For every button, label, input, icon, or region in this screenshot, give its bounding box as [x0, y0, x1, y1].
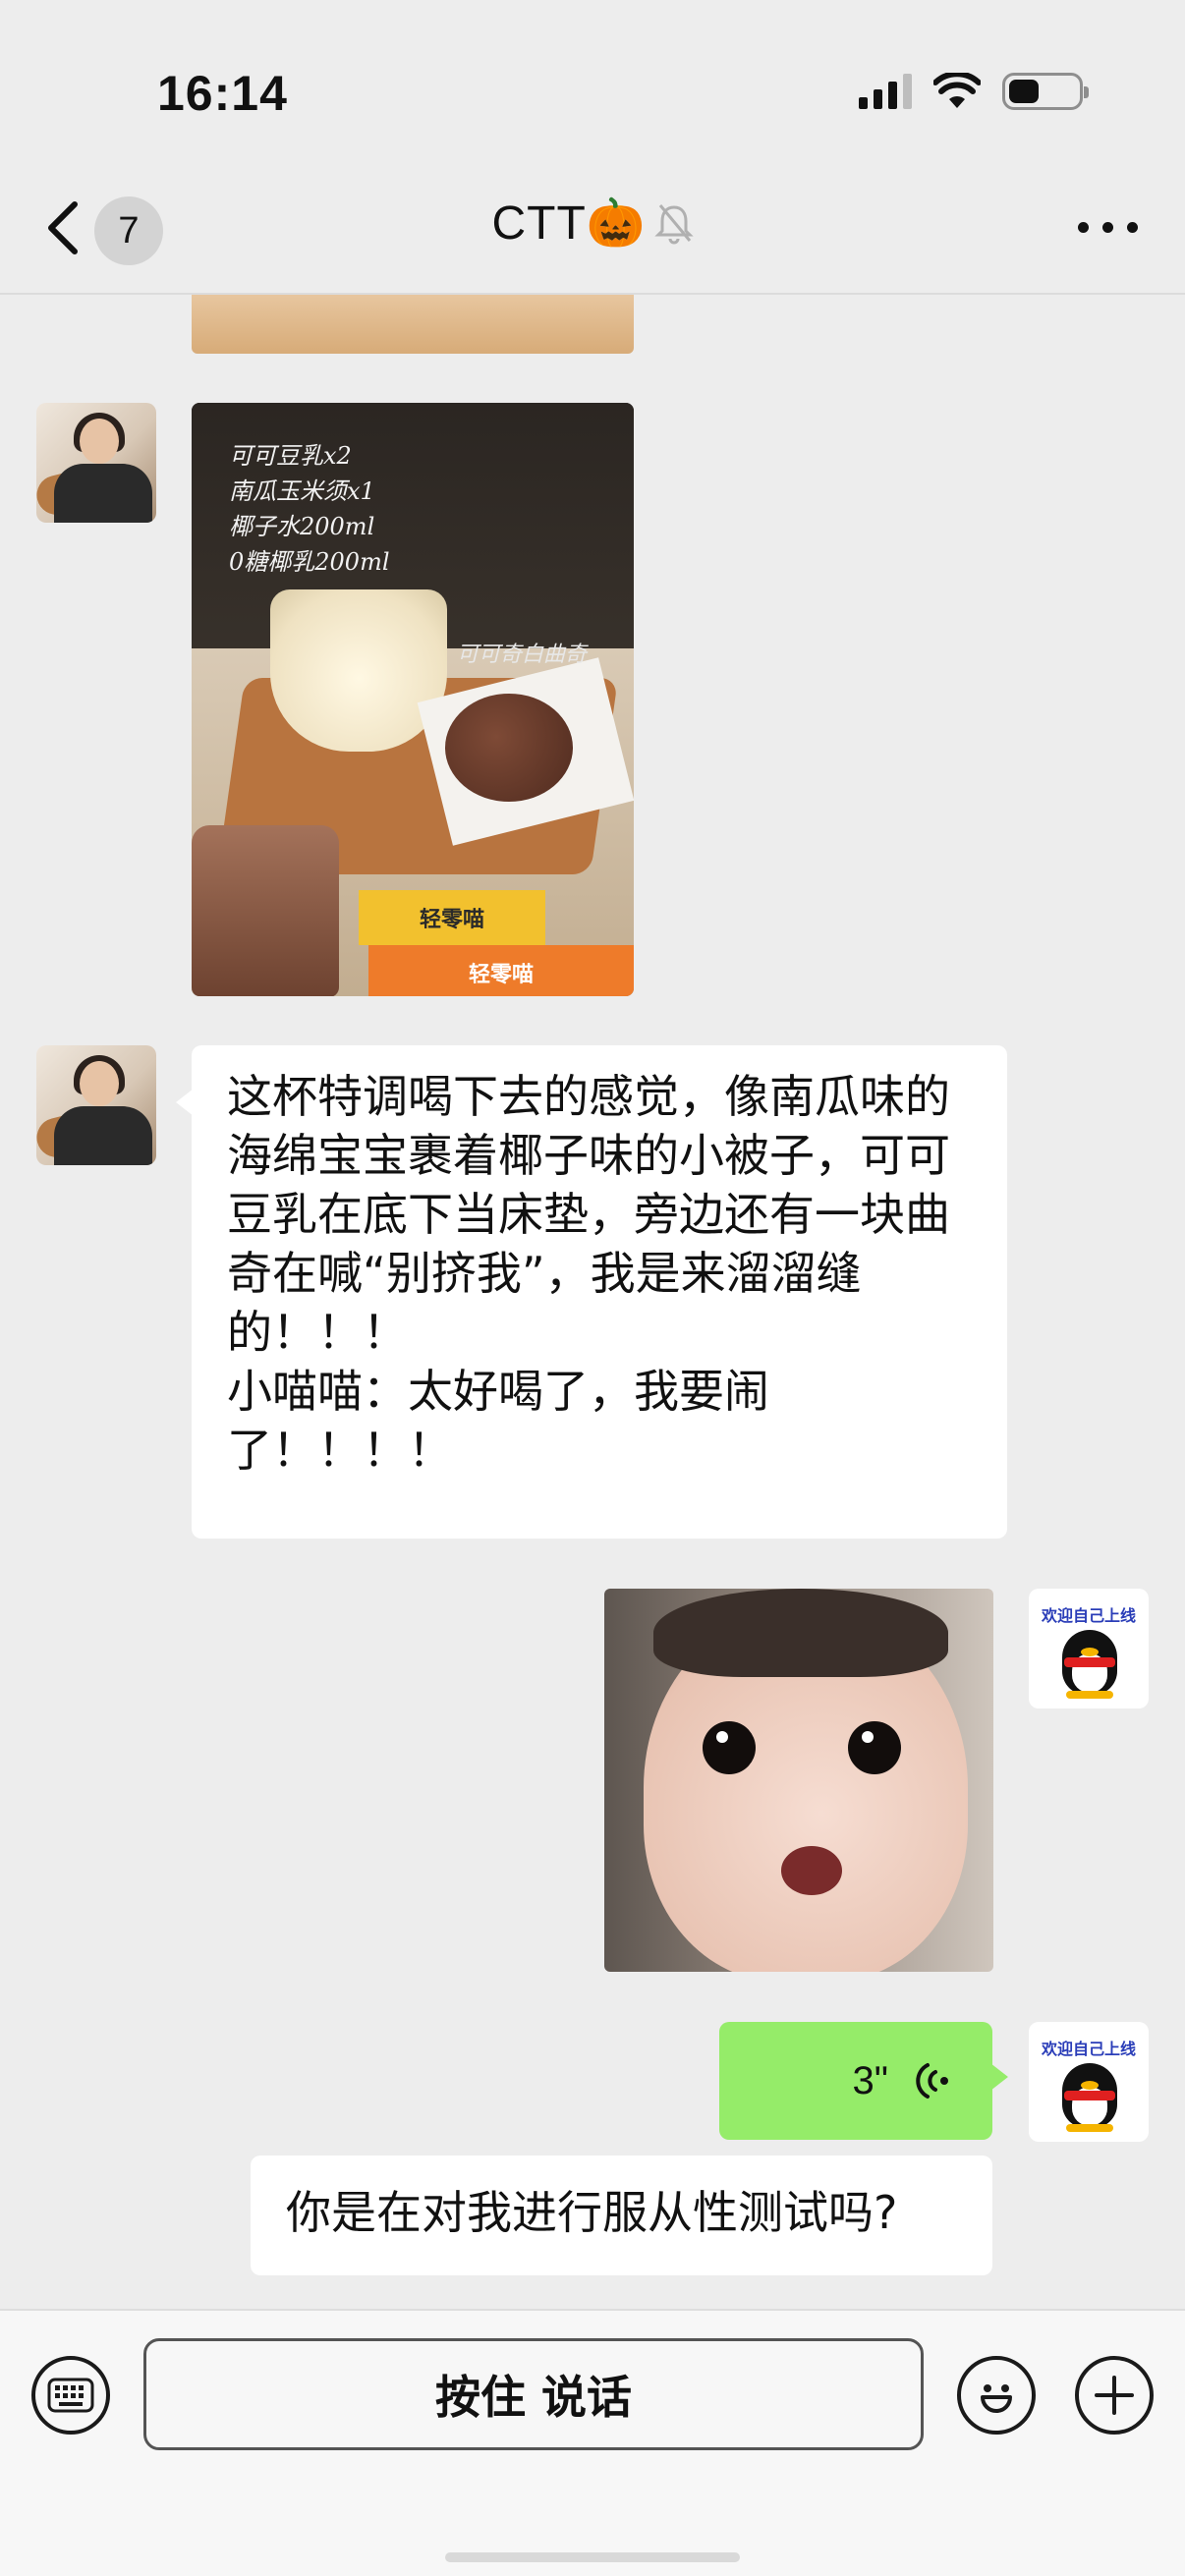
hold-to-talk-button[interactable]: 按住 说话	[143, 2338, 924, 2450]
header: 16:14 7 CTT🎃	[0, 0, 1185, 295]
package-label: 轻零喵	[368, 945, 634, 996]
partial-image-message[interactable]	[192, 293, 634, 354]
more-functions-button[interactable]	[1075, 2356, 1154, 2435]
my-avatar[interactable]: 欢迎自己上线	[1029, 1589, 1149, 1708]
chat-title: CTT🎃	[491, 197, 647, 250]
more-dot-icon	[1127, 222, 1138, 233]
more-dot-icon	[1102, 222, 1113, 233]
avatar-caption: 欢迎自己上线	[1041, 1606, 1136, 1625]
contact-avatar[interactable]	[36, 1045, 156, 1165]
voice-transcription[interactable]: 你是在对我进行服从性测试吗?	[251, 2156, 992, 2275]
sticker-message[interactable]	[604, 1589, 993, 1972]
photo-caption: 可可奇白曲奇	[457, 643, 588, 667]
smiley-icon	[981, 2384, 1012, 2413]
received-text-message[interactable]: 这杯特调喝下去的感觉，像南瓜味的海绵宝宝裹着椰子味的小被子，可可豆乳在底下当床垫…	[176, 1045, 1007, 1539]
wifi-icon	[933, 73, 981, 108]
transcription-text: 你是在对我进行服从性测试吗?	[286, 2186, 898, 2239]
plus-icon	[1095, 2376, 1134, 2415]
cellular-signal-icon	[859, 74, 912, 109]
voice-wave-icon	[916, 2063, 948, 2099]
voice-message[interactable]: 3"	[719, 2022, 1008, 2140]
avatar-caption: 欢迎自己上线	[1041, 2040, 1136, 2058]
my-avatar[interactable]: 欢迎自己上线	[1029, 2022, 1149, 2142]
message-text: 这杯特调喝下去的感觉，像南瓜味的海绵宝宝裹着椰子味的小被子，可可豆乳在底下当床垫…	[227, 1070, 950, 1477]
home-indicator[interactable]	[445, 2552, 740, 2562]
emoji-button[interactable]	[957, 2356, 1036, 2435]
status-time: 16:14	[157, 66, 288, 121]
image-message[interactable]: 轻零喵 轻零喵 可可豆乳x2 南瓜玉米须x1 椰子水200ml 0糖椰乳200m…	[192, 403, 634, 996]
more-options-button[interactable]	[1078, 222, 1138, 233]
contact-avatar[interactable]	[36, 403, 156, 523]
keyboard-icon	[47, 2378, 94, 2413]
mute-bell-icon	[653, 203, 694, 244]
battery-icon	[1002, 73, 1089, 110]
input-bar: 按住 说话	[0, 2309, 1185, 2576]
photo-handwritten-note: 可可豆乳x2 南瓜玉米须x1 椰子水200ml 0糖椰乳200ml	[229, 442, 390, 576]
voice-duration: 3"	[852, 2059, 888, 2102]
chat-title-area: CTT🎃	[0, 195, 1185, 251]
package-label: 轻零喵	[359, 890, 545, 945]
more-dot-icon	[1078, 222, 1089, 233]
keyboard-toggle-button[interactable]	[31, 2356, 110, 2435]
status-icons	[859, 73, 1089, 110]
